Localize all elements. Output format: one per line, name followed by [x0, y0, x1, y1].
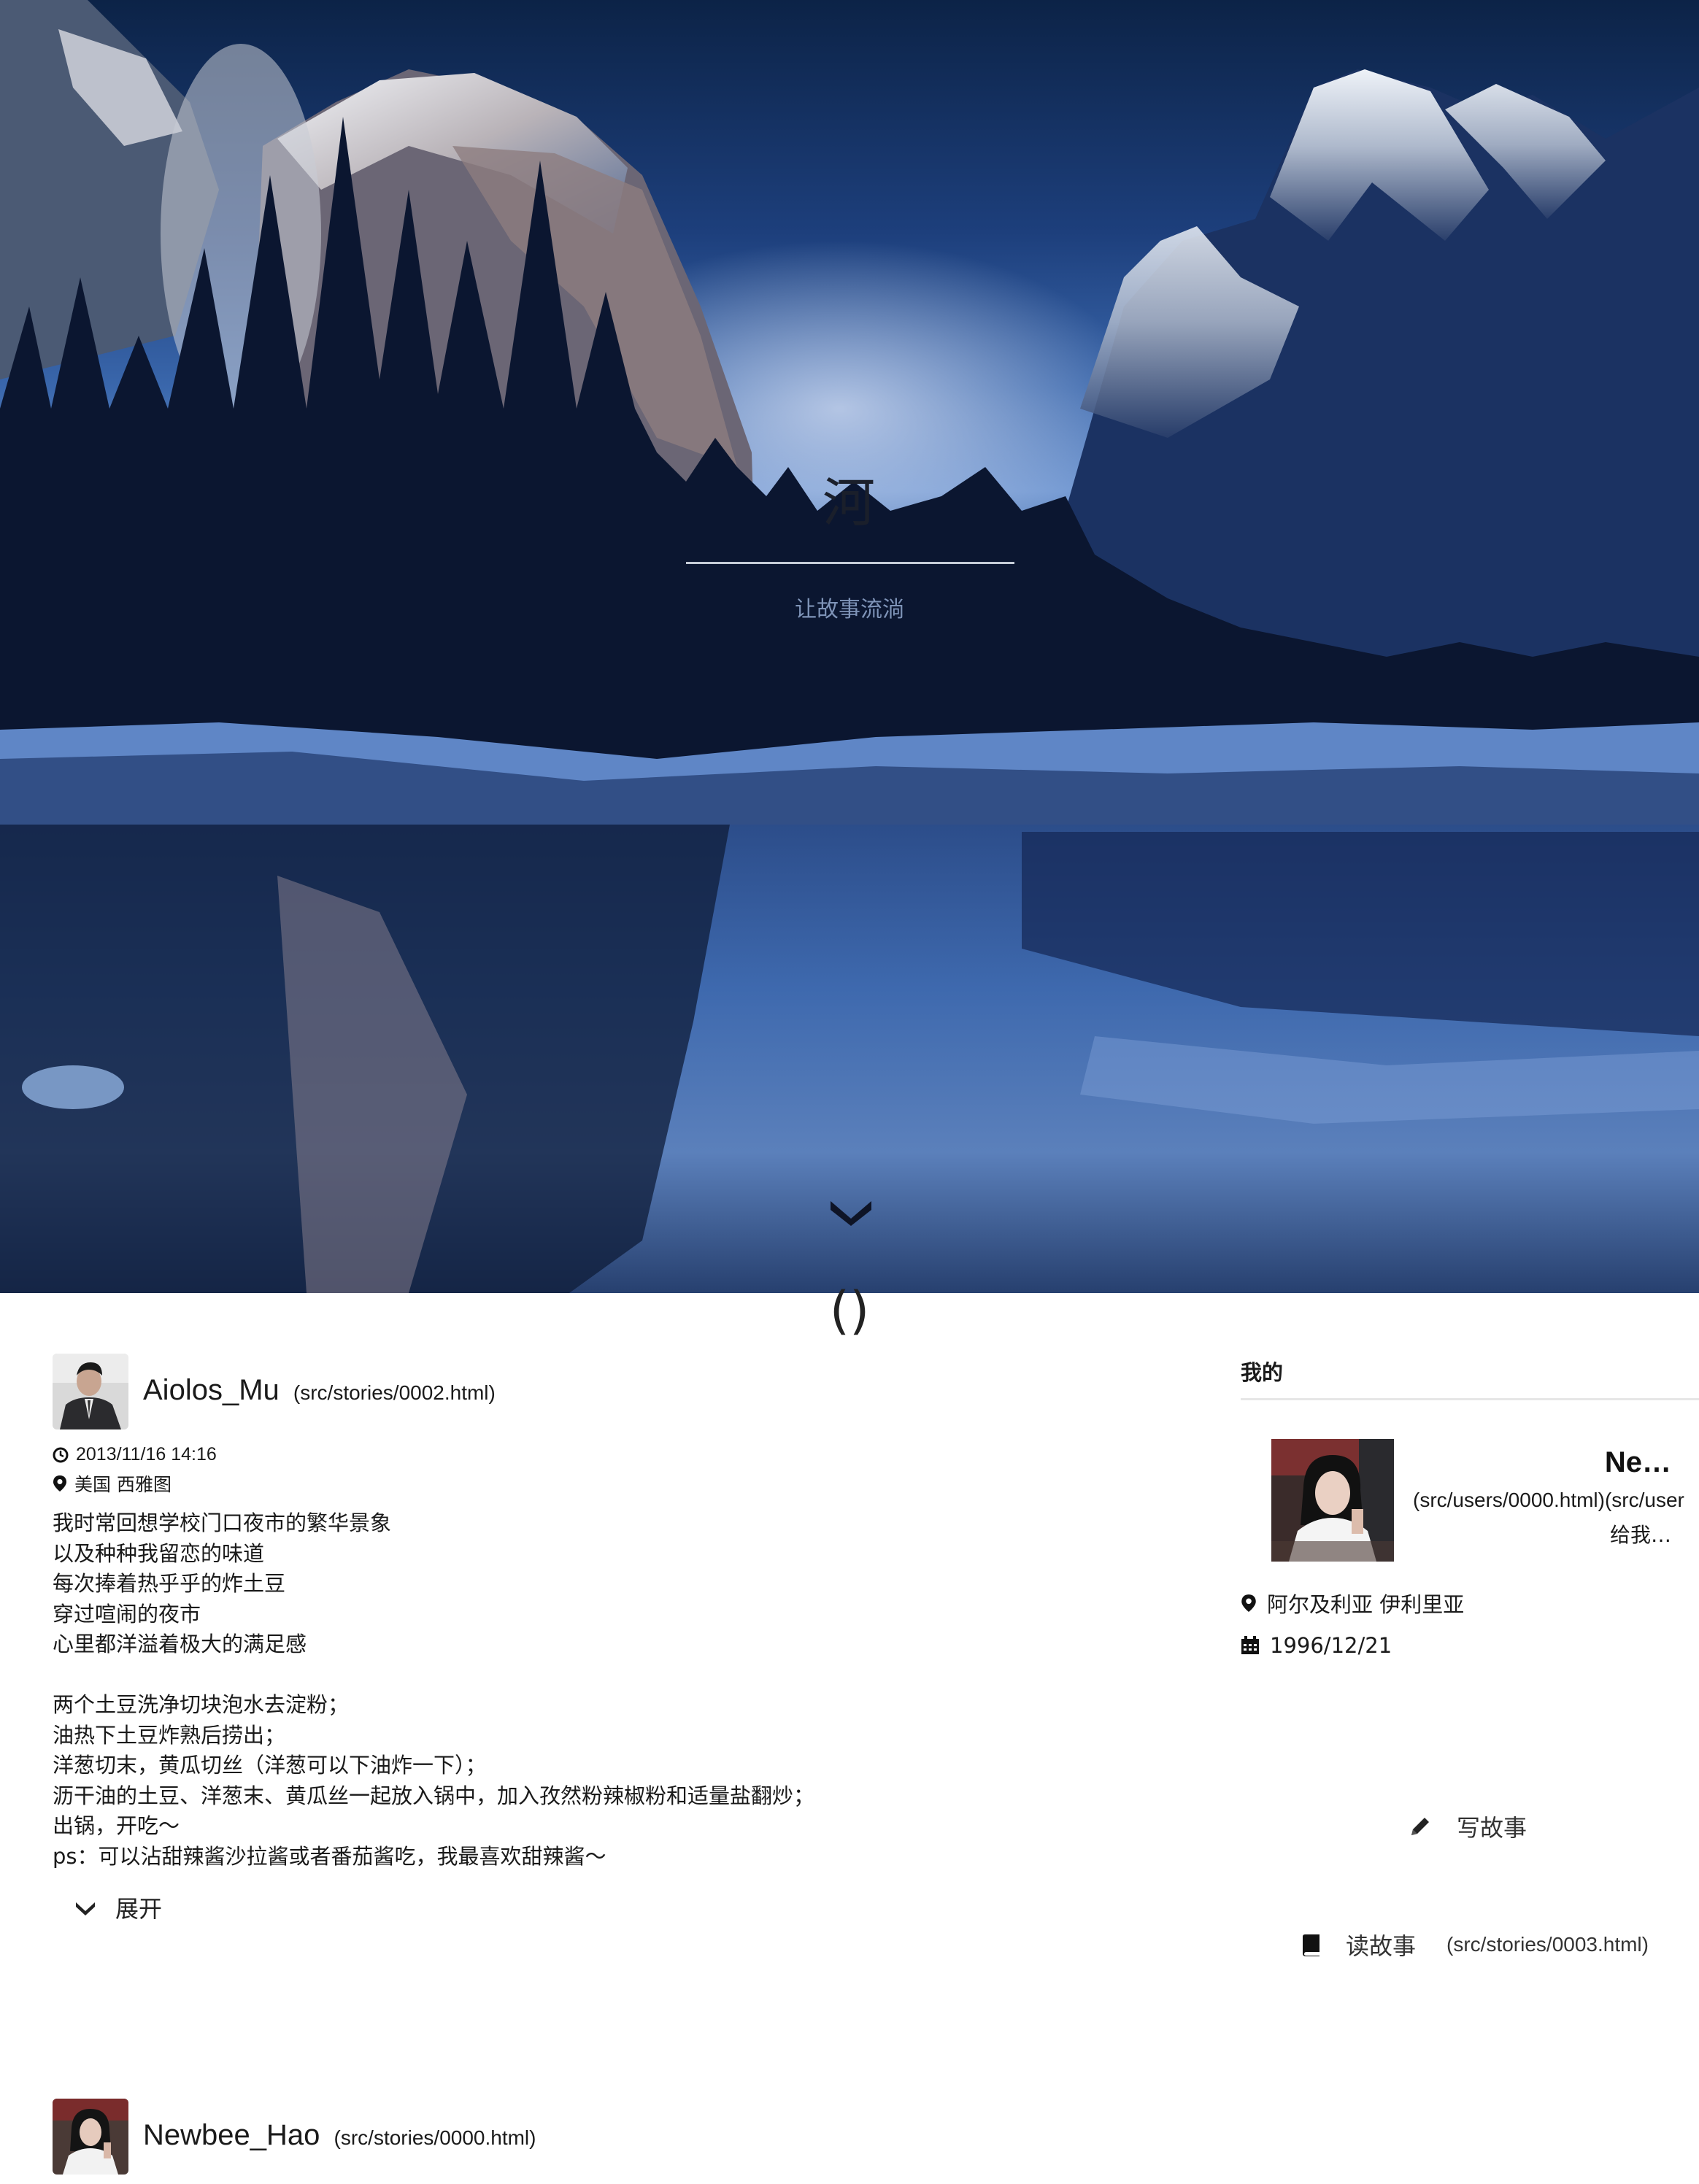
map-marker-icon [1241, 1594, 1256, 1612]
story-body: 我时常回想学校门口夜市的繁华景象 以及种种我留恋的味道 每次捧着热乎乎的炸土豆 … [53, 1510, 815, 1869]
sidebar: 我的 Ne… (src/users/0000.html)(src/user 给我… [1241, 1343, 1699, 1999]
sidebar-title: 我的 [1241, 1360, 1284, 1385]
pencil-icon [1411, 1818, 1429, 1835]
book-icon [1303, 1934, 1319, 1956]
author-photo [53, 1354, 128, 1429]
story-author-name: Aiolos_Mu [143, 1374, 280, 1406]
profile-link-primary: (src/users/0000.html) [1413, 1489, 1605, 1511]
story-author-href: (src/stories/0000.html) [334, 2126, 536, 2149]
story-datetime-text: 2013/11/16 14:16 [76, 1444, 217, 1465]
read-story-link: (src/stories/0003.html) [1446, 1933, 1649, 1956]
profile-location: 阿尔及利亚 伊利里亚 [1241, 1588, 1464, 1618]
story-location: 美国 西雅图 [53, 1470, 172, 1497]
profile-avatar[interactable] [1271, 1439, 1394, 1562]
calendar-icon [1241, 1636, 1259, 1654]
chevron-down-icon[interactable] [828, 1197, 874, 1226]
map-marker-icon [53, 1475, 66, 1492]
hero-landscape-image [0, 0, 1699, 1293]
story-header: Newbee_Hao (src/stories/0000.html) [53, 2099, 1147, 2176]
hero-banner: 河 让故事流淌 [0, 0, 1699, 1293]
hero-title: 河 [822, 472, 877, 533]
profile-links[interactable]: (src/users/0000.html)(src/user [1413, 1489, 1684, 1512]
author-photo [53, 2099, 128, 2175]
write-story-label: 写故事 [1457, 1814, 1527, 1842]
story-author-name: Newbee_Hao [143, 2119, 320, 2151]
story-author-link[interactable]: Newbee_Hao (src/stories/0000.html) [143, 2119, 536, 2152]
story-author-link[interactable]: Aiolos_Mu (src/stories/0002.html) [143, 1374, 496, 1407]
clock-icon [53, 1447, 69, 1462]
profile-location-text: 阿尔及利亚 伊利里亚 [1267, 1592, 1465, 1617]
expand-label: 展开 [115, 1895, 163, 1923]
profile-link-secondary: (src/user [1604, 1489, 1684, 1511]
story-author-href: (src/stories/0002.html) [293, 1381, 496, 1404]
story-header: Aiolos_Mu (src/stories/0002.html) [53, 1354, 1147, 1431]
chevron-down-icon [76, 1902, 95, 1915]
profile-birthday: 1996/12/21 [1241, 1633, 1392, 1658]
profile-photo-image [1271, 1439, 1394, 1562]
story-card: Newbee_Hao (src/stories/0000.html) [53, 2099, 1147, 2179]
profile-name[interactable]: Ne… [1605, 1446, 1671, 1479]
sidebar-divider [1241, 1398, 1699, 1400]
profile-birthday-text: 1996/12/21 [1270, 1633, 1392, 1658]
story-card: Aiolos_Mu (src/stories/0002.html) 2013/1… [53, 1354, 1147, 1937]
read-story-label: 读故事 [1346, 1932, 1417, 1960]
scroll-marker: () [829, 1281, 870, 1340]
story-datetime: 2013/11/16 14:16 [53, 1444, 217, 1465]
read-story-button[interactable]: 读故事 (src/stories/0003.html) [1302, 1928, 1649, 1961]
hero-subtitle: 让故事流淌 [795, 598, 904, 622]
profile-bio: 给我… [1609, 1523, 1671, 1547]
hero-divider [686, 562, 1014, 564]
avatar[interactable] [53, 2099, 128, 2175]
story-location-text: 美国 西雅图 [74, 1474, 172, 1495]
avatar[interactable] [53, 1354, 128, 1429]
write-story-button[interactable]: 写故事 [1409, 1810, 1527, 1843]
expand-button[interactable]: 展开 [74, 1891, 162, 1924]
